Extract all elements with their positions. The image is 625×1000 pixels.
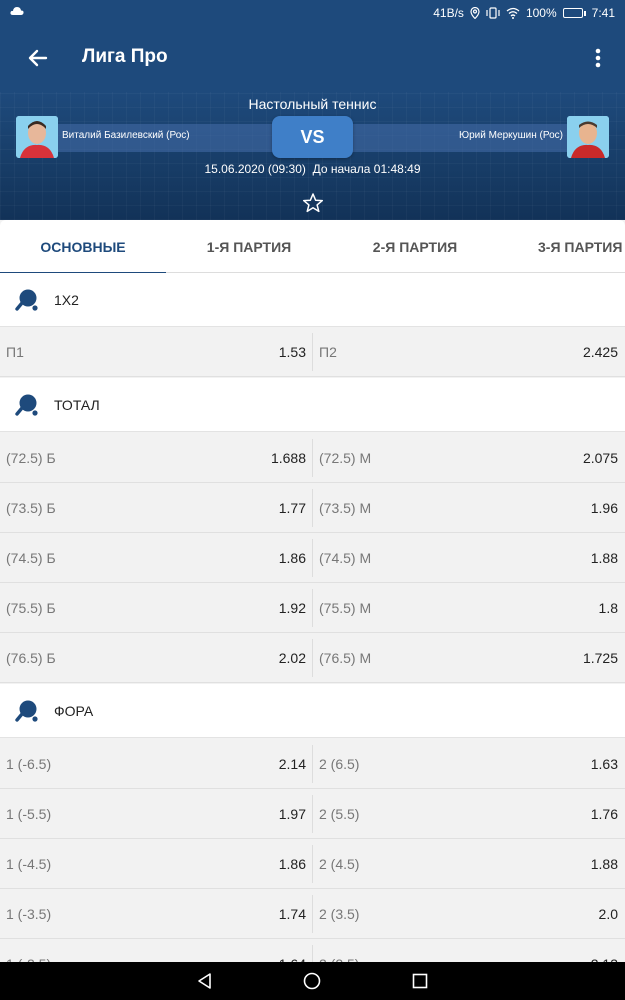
odd-right-label[interactable]: П2 <box>319 327 337 377</box>
odd-left-value[interactable]: 1.86 <box>160 839 306 889</box>
odd-left-value[interactable]: 1.92 <box>160 583 306 633</box>
battery-percent: 100% <box>525 6 557 20</box>
odds-row: П1 1.53 П2 2.425 <box>0 327 625 377</box>
odd-left-label[interactable]: 1 (-4.5) <box>6 839 51 889</box>
tab-set-3-label: 3-Я ПАРТИЯ <box>538 238 623 255</box>
status-bar: 41B/s 100% 7:41 <box>0 0 625 26</box>
odds-row: 1 (-5.5) 1.97 2 (5.5) 1.76 <box>0 789 625 839</box>
match-datetime: 15.06.2020 (09:30) До начала 01:48:49 <box>0 162 625 176</box>
tab-set-3[interactable]: 3-Я ПАРТИЯ <box>498 220 625 273</box>
section-title: ТОТАЛ <box>54 397 100 413</box>
odd-left-value[interactable]: 2.14 <box>160 739 306 789</box>
odd-right-label[interactable]: (72.5) М <box>319 433 371 483</box>
odd-right-value[interactable]: 2.425 <box>460 327 618 377</box>
favorite-star-icon[interactable] <box>302 192 324 214</box>
more-vert-icon[interactable] <box>593 44 603 72</box>
section-total[interactable]: ТОТАЛ <box>0 378 625 432</box>
tab-set-2-label: 2-Я ПАРТИЯ <box>372 238 458 255</box>
market-tabs: ОСНОВНЫЕ 1-Я ПАРТИЯ 2-Я ПАРТИЯ 3-Я ПАРТИ… <box>0 220 625 274</box>
network-speed: 41B/s <box>433 6 464 20</box>
match-countdown: До начала 01:48:49 <box>312 162 421 176</box>
odd-left-value[interactable]: 1.77 <box>160 483 306 533</box>
odd-right-label[interactable]: 2 (3.5) <box>319 889 359 939</box>
odd-right-label[interactable]: (74.5) М <box>319 533 371 583</box>
location-icon <box>470 7 480 19</box>
odds-row: 1 (-6.5) 2.14 2 (6.5) 1.63 <box>0 739 625 789</box>
odd-right-label[interactable]: (75.5) М <box>319 583 371 633</box>
table-tennis-icon <box>15 700 38 722</box>
odd-left-label[interactable]: 1 (-3.5) <box>6 889 51 939</box>
odd-left-label[interactable]: (75.5) Б <box>6 583 56 633</box>
odd-right-value[interactable]: 2.075 <box>460 433 618 483</box>
odd-right-value[interactable]: 1.96 <box>460 483 618 533</box>
odd-right-value[interactable]: 1.88 <box>460 839 618 889</box>
tab-set-2[interactable]: 2-Я ПАРТИЯ <box>332 220 498 273</box>
tab-set-1[interactable]: 1-Я ПАРТИЯ <box>166 220 332 273</box>
odd-right-value[interactable]: 1.63 <box>460 739 618 789</box>
nav-home-icon[interactable] <box>303 972 321 990</box>
cloud-icon <box>10 7 24 15</box>
odd-right-value[interactable]: 1.76 <box>460 789 618 839</box>
odd-left-label[interactable]: (74.5) Б <box>6 533 56 583</box>
table-tennis-icon <box>15 289 38 311</box>
odds-row: (72.5) Б 1.688 (72.5) М 2.075 <box>0 433 625 483</box>
tab-set-1-label: 1-Я ПАРТИЯ <box>206 238 292 255</box>
app-bar: Лига Про <box>0 26 625 92</box>
odds-row: 1 (-4.5) 1.86 2 (4.5) 1.88 <box>0 839 625 889</box>
odd-left-label[interactable]: 1 (-6.5) <box>6 739 51 789</box>
player1-name: Виталий Базилевский (Рос) <box>62 130 190 141</box>
odds-row: 1 (-3.5) 1.74 2 (3.5) 2.0 <box>0 889 625 939</box>
odd-left-label[interactable]: 1 (-5.5) <box>6 789 51 839</box>
section-title: ФОРА <box>54 703 94 719</box>
match-date: 15.06.2020 (09:30) <box>204 162 306 176</box>
tab-main-label: ОСНОВНЫЕ <box>40 238 126 255</box>
odd-left-value[interactable]: 1.97 <box>160 789 306 839</box>
odd-right-value[interactable]: 1.8 <box>460 583 618 633</box>
nav-back-icon[interactable] <box>196 972 214 990</box>
sport-name: Настольный теннис <box>248 96 377 112</box>
player2-name: Юрий Меркушин (Рос) <box>458 130 563 141</box>
odd-right-label[interactable]: (73.5) М <box>319 483 371 533</box>
odds-row: (73.5) Б 1.77 (73.5) М 1.96 <box>0 483 625 533</box>
section-1x2[interactable]: 1X2 <box>0 273 625 327</box>
odd-left-value[interactable]: 1.74 <box>160 889 306 939</box>
odd-right-label[interactable]: 2 (6.5) <box>319 739 359 789</box>
odd-right-label[interactable]: 2 (5.5) <box>319 789 359 839</box>
back-arrow-icon[interactable] <box>24 44 52 72</box>
nav-recents-icon[interactable] <box>411 972 429 990</box>
odd-left-value[interactable]: 2.02 <box>160 633 306 683</box>
odd-right-value[interactable]: 1.88 <box>460 533 618 583</box>
wifi-icon <box>506 7 520 19</box>
battery-icon <box>562 8 586 18</box>
section-title: 1X2 <box>54 292 79 308</box>
odd-left-value[interactable]: 1.688 <box>160 433 306 483</box>
player2-avatar <box>567 116 609 158</box>
odds-row: (75.5) Б 1.92 (75.5) М 1.8 <box>0 583 625 633</box>
vibrate-icon <box>486 7 500 19</box>
odd-left-label[interactable]: (73.5) Б <box>6 483 56 533</box>
vs-badge: VS <box>272 116 353 158</box>
clock: 7:41 <box>591 6 615 20</box>
odd-left-label[interactable]: П1 <box>6 327 24 377</box>
odd-left-label[interactable]: (76.5) Б <box>6 633 56 683</box>
odds-row: (74.5) Б 1.86 (74.5) М 1.88 <box>0 533 625 583</box>
match-header: Настольный теннис Виталий Базилевский (Р… <box>0 92 625 220</box>
odd-left-label[interactable]: (72.5) Б <box>6 433 56 483</box>
odd-right-label[interactable]: (76.5) М <box>319 633 371 683</box>
table-tennis-icon <box>15 394 38 416</box>
tab-main[interactable]: ОСНОВНЫЕ <box>0 220 166 274</box>
page-title: Лига Про <box>82 46 168 67</box>
section-handicap[interactable]: ФОРА <box>0 684 625 738</box>
odd-left-value[interactable]: 1.53 <box>160 327 306 377</box>
system-nav-bar <box>0 962 625 1000</box>
odd-right-label[interactable]: 2 (4.5) <box>319 839 359 889</box>
player1-avatar <box>16 116 58 158</box>
odd-right-value[interactable]: 2.0 <box>460 889 618 939</box>
odds-row: (76.5) Б 2.02 (76.5) М 1.725 <box>0 633 625 683</box>
odd-right-value[interactable]: 1.725 <box>460 633 618 683</box>
odd-left-value[interactable]: 1.86 <box>160 533 306 583</box>
